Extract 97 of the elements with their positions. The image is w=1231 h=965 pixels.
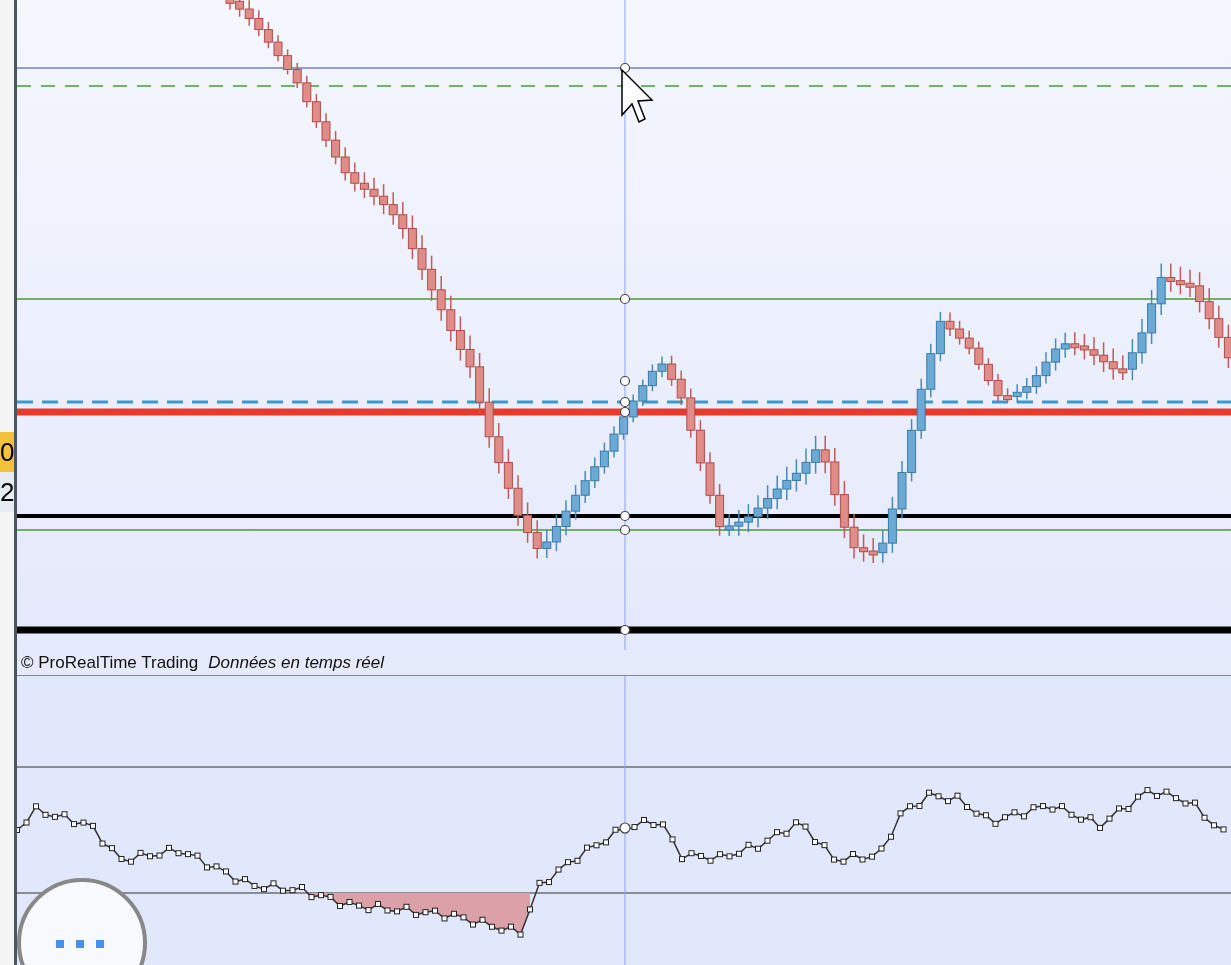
candlestick: [446, 295, 456, 343]
candlestick: [964, 329, 974, 355]
candlestick: [974, 340, 984, 371]
candlestick: [1070, 331, 1080, 356]
candlestick: [388, 191, 398, 226]
candlestick: [580, 470, 590, 504]
candlestick: [359, 171, 369, 199]
price-label: 0: [0, 432, 14, 472]
line-handle[interactable]: [619, 624, 631, 636]
candlestick: [292, 62, 302, 89]
candlestick: [263, 21, 273, 49]
horizontal-line[interactable]: [17, 514, 1231, 518]
candlestick: [907, 418, 917, 483]
candlestick: [926, 342, 936, 399]
candlestick: [542, 529, 552, 559]
candlestick: [638, 378, 648, 407]
candlestick: [1041, 351, 1051, 385]
candlestick: [302, 75, 312, 109]
candlestick: [983, 357, 993, 387]
candlestick: [436, 275, 446, 322]
candlestick: [561, 499, 571, 536]
candlestick: [369, 177, 379, 207]
candlestick: [695, 419, 705, 472]
candlestick: [647, 363, 657, 392]
candlestick: [379, 183, 389, 215]
candlestick: [1089, 336, 1099, 366]
candlestick: [1022, 377, 1032, 400]
candlestick: [801, 447, 811, 486]
line-handle[interactable]: [619, 406, 631, 418]
candlestick: [484, 387, 494, 449]
line-handle[interactable]: [619, 396, 631, 408]
line-handle[interactable]: [619, 375, 631, 387]
candlestick: [340, 146, 350, 182]
candlestick: [782, 465, 792, 501]
candlestick: [523, 501, 533, 544]
candlestick: [1012, 383, 1022, 404]
candlestick: [676, 369, 686, 406]
candlestick: [571, 484, 581, 521]
candlestick: [657, 355, 667, 379]
candlestick: [1108, 347, 1118, 381]
candlestick: [686, 387, 696, 439]
candlestick: [494, 422, 504, 475]
candlestick: [743, 503, 753, 533]
candlestick: [551, 514, 561, 552]
candlestick: [590, 456, 600, 489]
candlestick: [628, 393, 638, 423]
candlestick: [1079, 333, 1089, 361]
line-handle[interactable]: [619, 293, 631, 305]
candlestick: [283, 48, 293, 76]
candlestick: [465, 334, 475, 379]
candlestick: [350, 161, 360, 193]
candlestick: [839, 480, 849, 539]
price-label: 2: [0, 472, 14, 512]
candlestick: [791, 458, 801, 493]
candlestick: [1147, 289, 1157, 345]
candlestick: [254, 9, 264, 37]
price-chart[interactable]: [17, 0, 1231, 650]
candlestick: [1204, 287, 1214, 331]
candlestick: [772, 474, 782, 511]
candlestick: [321, 112, 331, 148]
candlestick: [503, 448, 513, 500]
horizontal-line[interactable]: [17, 626, 1231, 634]
line-handle[interactable]: [619, 510, 631, 522]
candlestick: [955, 320, 965, 346]
candlestick: [1031, 365, 1041, 395]
candlestick: [916, 377, 926, 440]
candlestick: [1214, 304, 1224, 349]
candlestick: [1099, 341, 1109, 373]
candlestick: [475, 352, 485, 415]
candlestick: [763, 484, 773, 520]
candlestick: [1137, 318, 1147, 365]
candlestick: [273, 34, 283, 62]
candlestick: [331, 130, 341, 166]
candlestick: [667, 355, 677, 387]
candlestick: [897, 460, 907, 520]
candlestick: [398, 201, 408, 240]
candlestick: [311, 93, 321, 129]
candlestick: [417, 234, 427, 281]
candlestick: [705, 451, 715, 505]
candlestick: [1175, 266, 1185, 296]
candlestick: [609, 425, 619, 459]
data-status-text: Données en temps réel: [208, 652, 385, 673]
candlestick: [532, 519, 542, 560]
copyright-text: © ProRealTime Trading: [21, 652, 199, 673]
candlestick: [734, 509, 744, 537]
candlestick: [753, 494, 763, 528]
candlestick: [868, 537, 878, 564]
candlestick: [1060, 332, 1070, 359]
cursor-icon: [621, 68, 654, 124]
candlestick: [599, 441, 609, 475]
line-handle[interactable]: [619, 524, 631, 536]
candlestick: [407, 214, 417, 260]
candlestick: [1051, 337, 1061, 372]
candlestick: [513, 474, 523, 527]
candlestick: [811, 435, 821, 475]
candlestick: [455, 315, 465, 362]
candlestick: [427, 254, 437, 302]
